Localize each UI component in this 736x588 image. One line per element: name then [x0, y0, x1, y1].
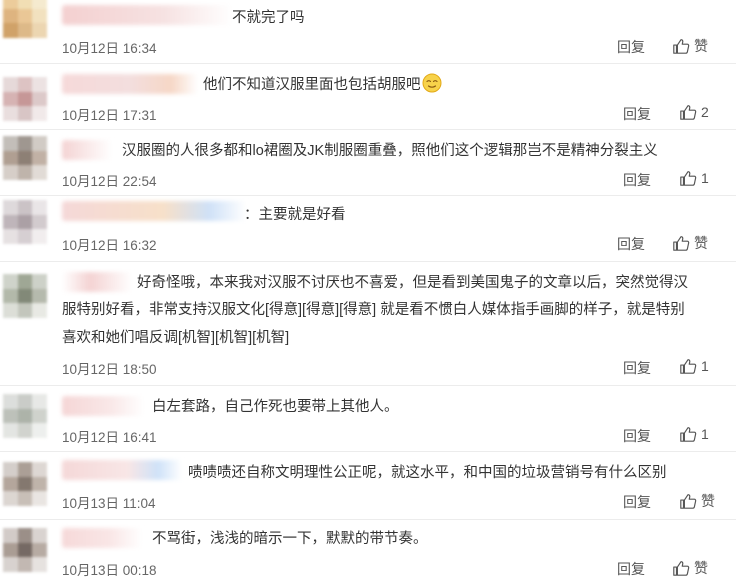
thumbs-up-icon	[680, 359, 697, 374]
thumbs-up-icon	[673, 561, 690, 576]
avatar[interactable]	[3, 274, 47, 318]
smirk-emoji-icon	[422, 73, 441, 93]
avatar[interactable]	[3, 528, 47, 572]
comment-text: 他们不知道汉服里面也包括胡服吧	[203, 73, 442, 98]
reply-button[interactable]: 回复	[623, 104, 651, 124]
like-button[interactable]: 2	[679, 103, 709, 121]
comment-text-line: 服特别好看，非常支持汉服文化[得意][得意][得意] 就是看不惯白人媒体指手画脚…	[62, 302, 685, 318]
like-count: 1	[701, 170, 709, 186]
username-blurred[interactable]	[62, 272, 132, 292]
comment-text: ：主要就是好看	[244, 207, 346, 223]
comment-time: 10月13日 00:18	[62, 563, 157, 578]
thumbs-up-icon	[673, 236, 690, 251]
comment-text: 不骂街，浅浅的暗示一下，默默的带节奏。	[152, 531, 428, 547]
like-count: 赞	[694, 235, 708, 251]
username-blurred[interactable]	[62, 74, 198, 94]
like-button[interactable]: 赞	[672, 233, 708, 253]
comment-item: 汉服圈的人很多都和lo裙圈及JK制服圈重叠，照他们这个逻辑那岂不是精神分裂主义 …	[0, 130, 736, 196]
reply-button[interactable]: 回复	[617, 234, 645, 254]
comment-text: 汉服圈的人很多都和lo裙圈及JK制服圈重叠，照他们这个逻辑那岂不是精神分裂主义	[122, 143, 658, 159]
username-blurred[interactable]	[62, 460, 182, 480]
reply-button[interactable]: 回复	[617, 37, 645, 57]
like-button[interactable]: 赞	[672, 36, 708, 56]
username-blurred[interactable]	[62, 528, 142, 548]
avatar[interactable]	[3, 394, 47, 438]
comment-text-line: 好奇怪哦，本来我对汉服不讨厌也不喜爱，但是看到美国鬼子的文章以后，突然觉得汉	[137, 275, 688, 291]
comment-item: 不骂街，浅浅的暗示一下，默默的带节奏。 10月13日 00:18 回复 赞	[0, 520, 736, 588]
reply-button[interactable]: 回复	[623, 492, 651, 512]
comment-time: 10月13日 11:04	[62, 496, 156, 511]
like-button[interactable]: 1	[679, 425, 709, 443]
comment-time: 10月12日 18:50	[62, 362, 157, 377]
comment-time: 10月12日 16:34	[62, 41, 157, 56]
reply-button[interactable]: 回复	[617, 559, 645, 579]
comment-time: 10月12日 17:31	[62, 108, 157, 123]
thumbs-up-icon	[680, 494, 697, 509]
comment-time: 10月12日 16:32	[62, 238, 157, 253]
thumbs-up-icon	[680, 427, 697, 442]
comment-text-content: 他们不知道汉服里面也包括胡服吧	[203, 77, 421, 93]
comment-item: 啧啧啧还自称文明理性公正呢，就这水平，和中国的垃圾营销号有什么区别 10月13日…	[0, 452, 736, 520]
thumbs-up-icon	[680, 105, 697, 120]
username-blurred[interactable]	[62, 396, 144, 416]
comment-text: 不就完了吗	[232, 10, 305, 26]
avatar[interactable]	[3, 0, 47, 38]
avatar[interactable]	[3, 462, 47, 506]
comment-text: 白左套路，自己作死也要带上其他人。	[152, 399, 399, 415]
like-count: 赞	[694, 560, 708, 576]
comment-text: 啧啧啧还自称文明理性公正呢，就这水平，和中国的垃圾营销号有什么区别	[188, 465, 667, 481]
like-count: 1	[701, 358, 709, 374]
username-blurred[interactable]	[62, 201, 246, 221]
reply-button[interactable]: 回复	[623, 426, 651, 446]
comment-item: 他们不知道汉服里面也包括胡服吧 10月12日 17:31 回复 2	[0, 64, 736, 130]
like-button[interactable]: 赞	[679, 491, 715, 511]
like-count: 1	[701, 426, 709, 442]
comment-item: 不就完了吗 10月12日 16:34 回复 赞	[0, 0, 736, 64]
comment-item: 白左套路，自己作死也要带上其他人。 10月12日 16:41 回复 1	[0, 386, 736, 452]
like-button[interactable]: 1	[679, 357, 709, 375]
comment-time: 10月12日 16:41	[62, 430, 157, 445]
comment-item: 好奇怪哦，本来我对汉服不讨厌也不喜爱，但是看到美国鬼子的文章以后，突然觉得汉 服…	[0, 262, 736, 386]
comment-text-line: 喜欢和她们唱反调[机智][机智][机智]	[62, 330, 290, 346]
like-count: 赞	[694, 38, 708, 54]
avatar[interactable]	[3, 77, 47, 121]
like-button[interactable]: 赞	[672, 558, 708, 578]
thumbs-up-icon	[680, 171, 697, 186]
username-blurred[interactable]	[62, 5, 232, 25]
reply-button[interactable]: 回复	[623, 170, 651, 190]
like-button[interactable]: 1	[679, 169, 709, 187]
avatar[interactable]	[3, 200, 47, 244]
like-count: 2	[701, 104, 709, 120]
username-blurred[interactable]	[62, 140, 112, 160]
like-count: 赞	[701, 493, 715, 509]
reply-button[interactable]: 回复	[623, 358, 651, 378]
thumbs-up-icon	[673, 39, 690, 54]
avatar[interactable]	[3, 136, 47, 180]
comment-time: 10月12日 22:54	[62, 174, 157, 189]
comment-item: ：主要就是好看 10月12日 16:32 回复 赞	[0, 196, 736, 262]
